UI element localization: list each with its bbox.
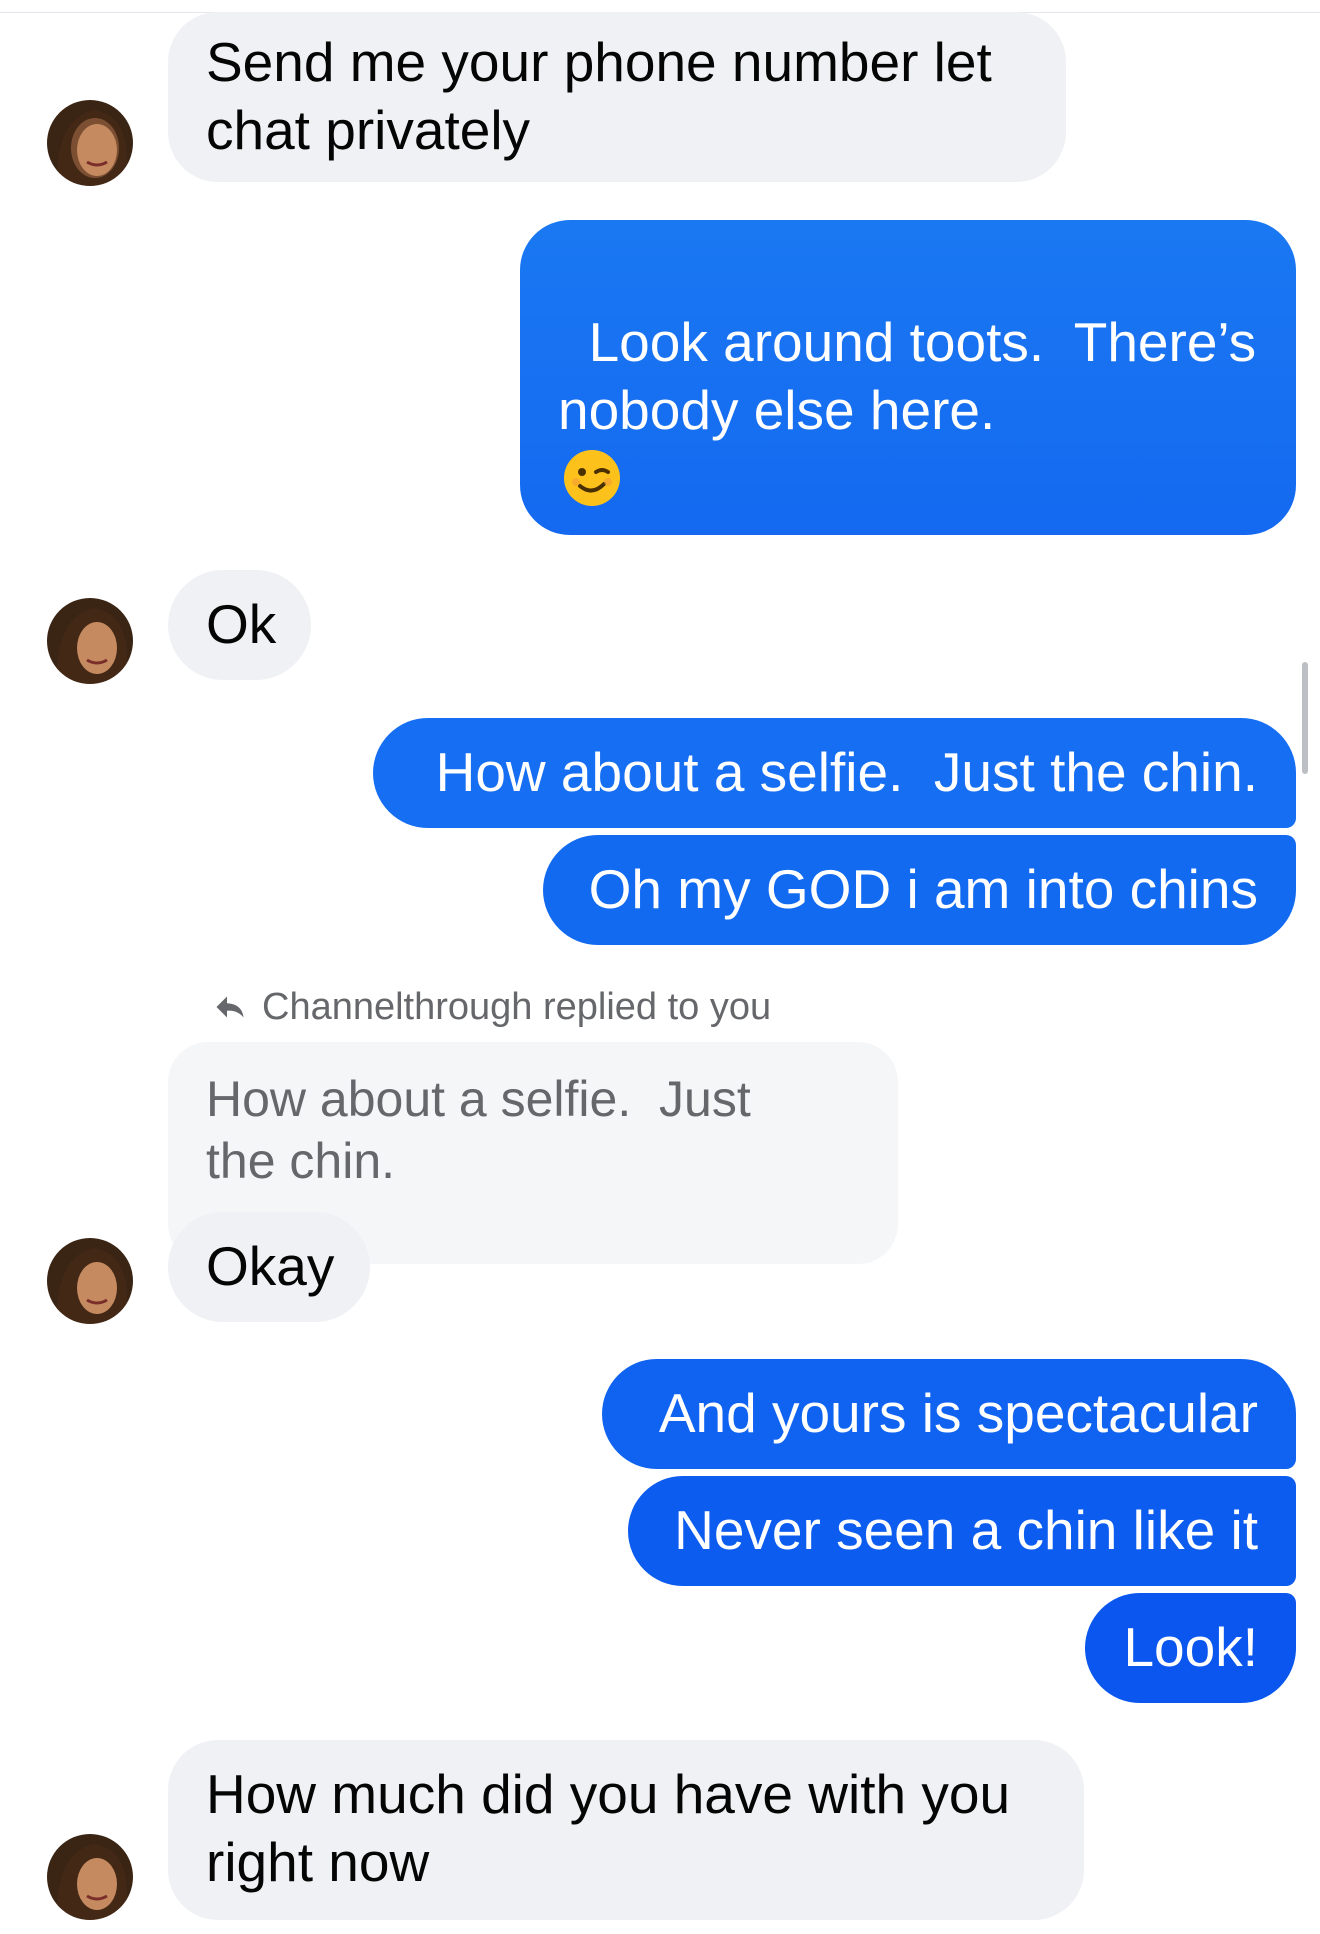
scrollbar[interactable] bbox=[1302, 662, 1308, 774]
contact-avatar[interactable] bbox=[47, 1834, 133, 1920]
outgoing-message[interactable]: Look! bbox=[1085, 1593, 1296, 1703]
quoted-message-text: How about a selfie. Just the chin. bbox=[206, 1071, 751, 1189]
outgoing-message[interactable]: Look around toots. There’s nobody else h… bbox=[520, 220, 1296, 535]
outgoing-message[interactable]: Oh my GOD i am into chins bbox=[543, 835, 1296, 945]
outgoing-message-text: Look around toots. There’s nobody else h… bbox=[558, 311, 1257, 441]
incoming-message[interactable]: Send me your phone number let chat priva… bbox=[168, 12, 1066, 182]
winking-face-emoji bbox=[564, 450, 620, 506]
contact-avatar[interactable] bbox=[47, 100, 133, 186]
reply-indicator: Channelthrough replied to you bbox=[212, 985, 771, 1029]
incoming-message[interactable]: Okay bbox=[168, 1212, 370, 1322]
outgoing-message[interactable]: Never seen a chin like it bbox=[628, 1476, 1296, 1586]
outgoing-message[interactable]: How about a selfie. Just the chin. bbox=[373, 718, 1296, 828]
reply-indicator-text: Channelthrough replied to you bbox=[262, 985, 772, 1028]
reply-arrow-icon bbox=[216, 996, 244, 1018]
incoming-message[interactable]: How much did you have with you right now bbox=[168, 1740, 1084, 1920]
contact-avatar[interactable] bbox=[47, 1238, 133, 1324]
incoming-message[interactable]: Ok bbox=[168, 570, 311, 680]
outgoing-message[interactable]: And yours is spectacular bbox=[602, 1359, 1296, 1469]
contact-avatar[interactable] bbox=[47, 598, 133, 684]
